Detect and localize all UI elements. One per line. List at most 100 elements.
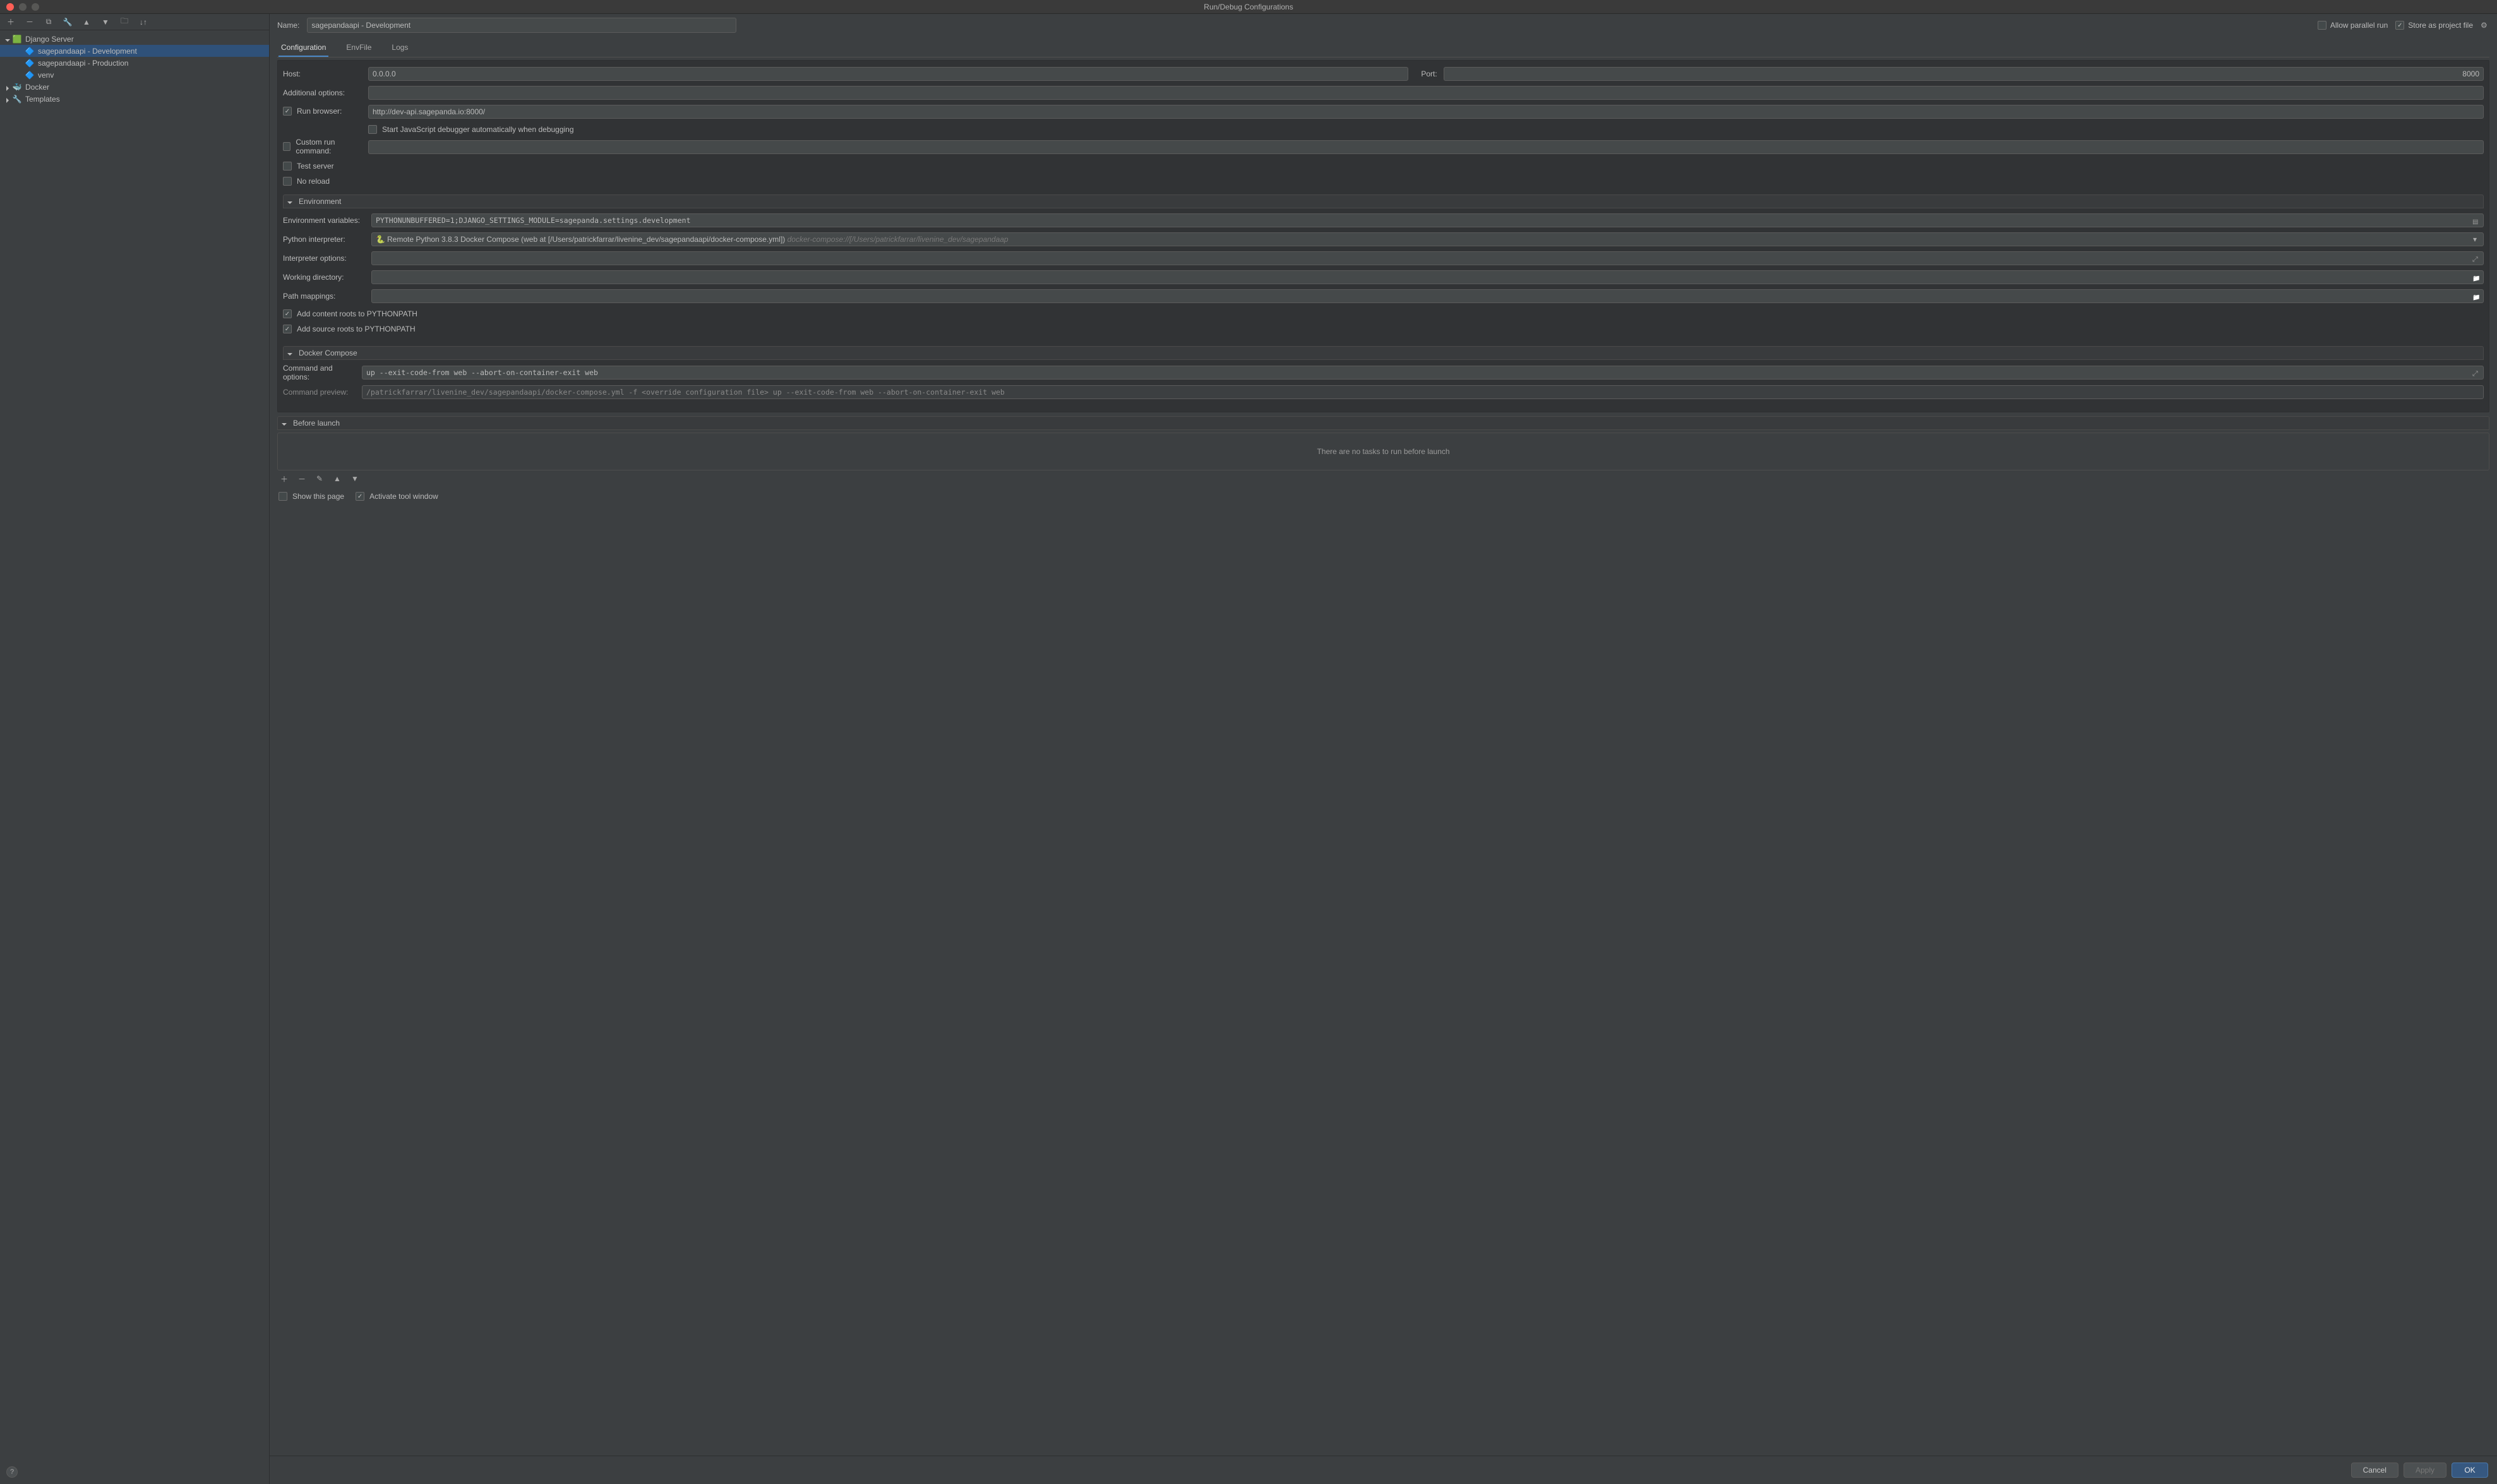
up-icon[interactable]: ▲ (333, 474, 342, 483)
allow-parallel-checkbox[interactable] (2318, 21, 2326, 30)
gear-icon[interactable]: ⚙ (2481, 21, 2489, 30)
start-js-label: Start JavaScript debugger automatically … (382, 125, 574, 134)
before-launch-section-label: Before launch (293, 419, 340, 428)
port-input[interactable] (1444, 67, 2484, 81)
folder-icon[interactable] (2472, 292, 2480, 300)
window-title: Run/Debug Configurations (1204, 3, 1293, 11)
edit-icon[interactable]: ✎ (315, 474, 324, 483)
chevron-down-icon (287, 350, 294, 356)
tree-item-label: sagepandaapi - Development (38, 47, 137, 56)
store-project-checkbox[interactable] (2395, 21, 2404, 30)
host-input[interactable] (368, 67, 1408, 81)
tab-bar: Configuration EnvFile Logs (277, 39, 2489, 57)
cmd-options-label: Command and options: (283, 364, 356, 381)
additional-options-label: Additional options: (283, 88, 362, 97)
env-vars-input[interactable] (371, 213, 2484, 227)
allow-parallel-label: Allow parallel run (2330, 21, 2388, 30)
tree-node-docker[interactable]: 🐳 Docker (0, 81, 269, 93)
custom-run-checkbox[interactable] (283, 142, 290, 151)
test-server-label: Test server (297, 162, 334, 171)
remove-icon[interactable]: － (25, 18, 34, 27)
cmd-options-input[interactable] (362, 366, 2484, 380)
name-label: Name: (277, 21, 299, 30)
cmd-preview-input (362, 385, 2484, 399)
show-page-label: Show this page (292, 492, 344, 501)
template-icon: 🔧 (13, 95, 21, 104)
store-project-label: Store as project file (2408, 21, 2473, 30)
list-icon[interactable] (2472, 217, 2480, 224)
before-launch-tasks: There are no tasks to run before launch (277, 433, 2489, 470)
remote-icon: 🐍 (376, 235, 385, 244)
store-project-group[interactable]: Store as project file (2395, 21, 2473, 30)
configuration-panel: Host: Port: Additional options: Run brow… (277, 60, 2489, 412)
start-js-checkbox[interactable] (368, 125, 377, 134)
additional-options-input[interactable] (368, 86, 2484, 100)
tree-item-prod[interactable]: 🔷 sagepandaapi - Production (0, 57, 269, 69)
apply-button[interactable]: Apply (2404, 1463, 2446, 1478)
folder-icon[interactable] (2472, 273, 2480, 281)
host-label: Host: (283, 69, 362, 78)
folder-icon[interactable]: 🗀 (120, 18, 129, 27)
activate-tool-label: Activate tool window (369, 492, 438, 501)
tab-configuration[interactable]: Configuration (278, 39, 328, 57)
run-browser-checkbox[interactable] (283, 107, 292, 116)
tree-item-venv[interactable]: 🔷 venv (0, 69, 269, 81)
name-input[interactable] (307, 18, 736, 33)
tree-item-label: sagepandaapi - Production (38, 59, 128, 68)
tree-node-templates[interactable]: 🔧 Templates (0, 93, 269, 105)
add-icon[interactable]: ＋ (6, 18, 15, 27)
content-roots-checkbox[interactable] (283, 309, 292, 318)
interpreter-dropdown[interactable]: 🐍 Remote Python 3.8.3 Docker Compose (we… (371, 232, 2484, 246)
remove-icon[interactable]: － (297, 474, 306, 483)
minimize-window-button[interactable] (19, 3, 27, 11)
run-browser-input[interactable] (368, 105, 2484, 119)
close-window-button[interactable] (6, 3, 14, 11)
test-server-checkbox[interactable] (283, 162, 292, 171)
env-vars-label: Environment variables: (283, 216, 365, 225)
docker-icon: 🐳 (13, 83, 21, 92)
path-mappings-label: Path mappings: (283, 292, 365, 301)
help-button[interactable]: ? (6, 1466, 18, 1478)
docker-compose-section-header[interactable]: Docker Compose (283, 346, 2484, 360)
up-icon[interactable]: ▲ (82, 18, 91, 27)
custom-run-label: Custom run command: (296, 138, 362, 155)
show-page-checkbox[interactable] (278, 492, 287, 501)
working-dir-input[interactable] (371, 270, 2484, 284)
maximize-window-button[interactable] (32, 3, 39, 11)
path-mappings-input[interactable] (371, 289, 2484, 303)
before-launch-toolbar: ＋ － ✎ ▲ ▼ (277, 470, 2489, 487)
ok-button[interactable]: OK (2452, 1463, 2488, 1478)
cmd-preview-label: Command preview: (283, 388, 356, 397)
copy-icon[interactable]: ⧉ (44, 18, 53, 27)
interp-options-input[interactable] (371, 251, 2484, 265)
down-icon[interactable]: ▼ (101, 18, 110, 27)
cancel-button[interactable]: Cancel (2351, 1463, 2398, 1478)
before-launch-section-header[interactable]: Before launch (277, 416, 2489, 430)
activate-tool-checkbox[interactable] (356, 492, 364, 501)
interp-options-label: Interpreter options: (283, 254, 365, 263)
sidebar-toolbar: ＋ － ⧉ 🔧 ▲ ▼ 🗀 ↓↑ (0, 14, 269, 30)
no-reload-checkbox[interactable] (283, 177, 292, 186)
django-run-icon: 🔷 (25, 59, 34, 68)
allow-parallel-group[interactable]: Allow parallel run (2318, 21, 2388, 30)
source-roots-checkbox[interactable] (283, 325, 292, 333)
sort-icon[interactable]: ↓↑ (139, 18, 148, 27)
tree-item-label: venv (38, 71, 54, 80)
wrench-icon[interactable]: 🔧 (63, 18, 72, 27)
before-launch-empty: There are no tasks to run before launch (1317, 447, 1449, 456)
source-roots-label: Add source roots to PYTHONPATH (297, 325, 416, 333)
chevron-right-icon (5, 84, 11, 90)
environment-section-header[interactable]: Environment (283, 194, 2484, 208)
custom-run-input[interactable] (368, 140, 2484, 154)
expand-icon[interactable] (2472, 254, 2480, 262)
expand-icon[interactable] (2472, 369, 2480, 376)
down-icon[interactable]: ▼ (350, 474, 359, 483)
django-run-icon: 🔷 (25, 47, 34, 56)
tab-envfile[interactable]: EnvFile (344, 39, 374, 57)
add-icon[interactable]: ＋ (280, 474, 289, 483)
tree-label: Django Server (25, 35, 74, 44)
tree-node-django[interactable]: 🟩 Django Server (0, 33, 269, 45)
tab-logs[interactable]: Logs (389, 39, 410, 57)
port-label: Port: (1421, 69, 1437, 78)
tree-item-dev[interactable]: 🔷 sagepandaapi - Development (0, 45, 269, 57)
